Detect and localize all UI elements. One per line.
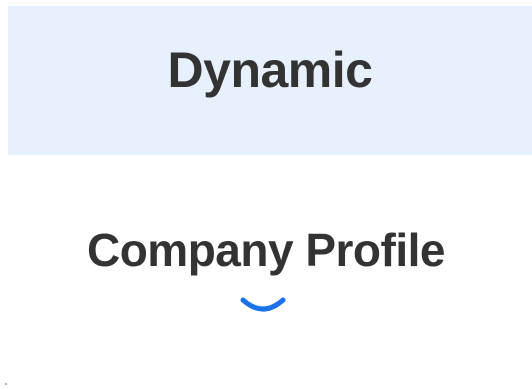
banner-title: Dynamic — [167, 41, 373, 98]
page: Dynamic Company Profile — [0, 0, 532, 389]
page-title: Company Profile — [86, 224, 446, 276]
header-banner: Dynamic — [8, 6, 532, 155]
loading-spinner-icon — [239, 292, 287, 318]
corner-dot — [5, 383, 7, 385]
